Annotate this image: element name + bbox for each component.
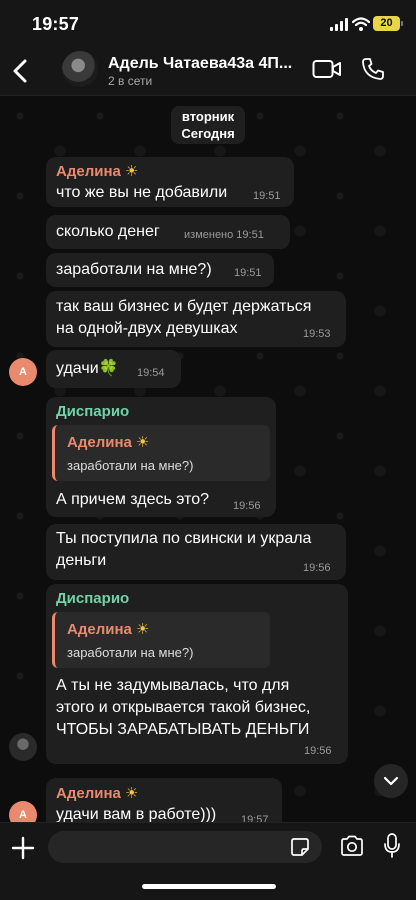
sender-name: Диспарио xyxy=(56,403,130,420)
phone-call-icon[interactable] xyxy=(361,57,385,81)
sun-emoji-icon: ☀ xyxy=(124,163,139,180)
microphone-icon[interactable] xyxy=(383,833,401,859)
message-bubble[interactable]: Ты поступила по свински и украла деньги … xyxy=(46,524,346,580)
sun-emoji-icon: ☀ xyxy=(135,434,150,451)
attach-plus-icon[interactable] xyxy=(10,835,36,861)
message-text: удачи вам в работе))) xyxy=(56,806,217,822)
message-time: изменено 19:51 xyxy=(184,229,264,241)
message-time: 19:54 xyxy=(137,367,165,379)
message-bubble[interactable]: так ваш бизнес и будет держаться на одно… xyxy=(46,291,346,347)
chevron-down-icon xyxy=(383,776,399,786)
date-today: Сегодня xyxy=(181,126,235,141)
message-time: 19:56 xyxy=(304,745,332,757)
message-text: заработали на мне?) xyxy=(56,261,212,278)
message-list[interactable]: вторник Сегодня Аделина ☀ что же вы не до… xyxy=(0,96,416,822)
message-bubble[interactable]: заработали на мне?) 19:51 xyxy=(46,253,274,287)
avatar[interactable]: A xyxy=(9,801,37,822)
home-indicator[interactable] xyxy=(142,884,276,889)
sun-emoji-icon: ☀ xyxy=(124,785,139,802)
message-bubble[interactable]: сколько денег изменено 19:51 xyxy=(46,215,290,249)
date-separator: вторник Сегодня xyxy=(171,106,245,144)
message-time: 19:51 xyxy=(253,190,281,202)
avatar[interactable] xyxy=(62,51,98,87)
message-bubble[interactable]: удачи🍀 19:54 xyxy=(46,350,181,388)
message-text-line: на одной-двух девушках xyxy=(56,320,238,337)
message-time: 19:51 xyxy=(234,267,262,279)
message-text-line: так ваш бизнес и будет держаться xyxy=(56,298,312,315)
sender-name: Аделина ☀ xyxy=(56,785,139,802)
message-text: А причем здесь это? xyxy=(56,491,210,508)
chat-title[interactable]: Адель Чатаева43а 4П... xyxy=(108,55,292,73)
status-bar: 19:57 20 xyxy=(0,0,416,46)
message-text-line: этого и открывается такой бизнес, xyxy=(56,699,311,716)
message-time: 19:57 xyxy=(241,814,269,822)
quote-sender: Аделина ☀ xyxy=(67,434,150,451)
sender-name: Аделина ☀ xyxy=(56,163,139,180)
message-time: 19:56 xyxy=(233,500,261,512)
message-text: удачи🍀 xyxy=(56,360,119,377)
sun-emoji-icon: ☀ xyxy=(135,621,150,638)
signal-icon xyxy=(330,18,348,31)
quote-text: заработали на мне?) xyxy=(67,458,194,473)
sender-name: Диспарио xyxy=(56,590,130,607)
status-time: 19:57 xyxy=(32,14,80,34)
message-text-line: ЧТОБЫ ЗАРАБАТЫВАТЬ ДЕНЬГИ xyxy=(56,721,310,738)
online-status: 2 в сети xyxy=(108,74,153,88)
chat-header: Адель Чатаева43а 4П... 2 в сети xyxy=(0,46,416,96)
message-bubble[interactable]: Аделина ☀ удачи вам в работе))) 19:57 xyxy=(46,778,282,822)
message-time: 19:53 xyxy=(303,328,331,340)
message-time: 19:56 xyxy=(303,562,331,574)
message-text: что же вы не добавили xyxy=(56,184,228,201)
scroll-down-button[interactable] xyxy=(374,764,408,798)
reply-quote[interactable]: Аделина ☀ заработали на мне?) xyxy=(52,612,270,668)
message-text-line: деньги xyxy=(56,552,107,569)
date-weekday: вторник xyxy=(181,109,235,124)
video-call-icon[interactable] xyxy=(312,58,342,80)
message-bubble[interactable]: Диспарио Аделина ☀ заработали на мне?) А … xyxy=(46,584,348,764)
reply-quote[interactable]: Аделина ☀ заработали на мне?) xyxy=(52,425,270,481)
message-text-line: Ты поступила по свински и украла xyxy=(56,530,312,547)
message-bubble[interactable]: Диспарио Аделина ☀ заработали на мне?) А … xyxy=(46,397,276,517)
camera-icon[interactable] xyxy=(340,835,364,857)
message-bubble[interactable]: Аделина ☀ что же вы не добавили 19:51 xyxy=(46,157,294,207)
message-text: сколько денег xyxy=(56,223,160,240)
avatar[interactable] xyxy=(9,733,37,761)
battery-icon: 20 xyxy=(373,16,403,31)
wifi-icon xyxy=(352,17,370,31)
sticker-icon[interactable] xyxy=(290,837,310,857)
back-chevron-icon[interactable] xyxy=(8,54,34,88)
message-text-line: А ты не задумывалась, что для xyxy=(56,677,290,694)
quote-sender: Аделина ☀ xyxy=(67,621,150,638)
avatar[interactable]: A xyxy=(9,358,37,386)
message-input[interactable] xyxy=(48,831,322,863)
quote-text: заработали на мне?) xyxy=(67,645,194,660)
